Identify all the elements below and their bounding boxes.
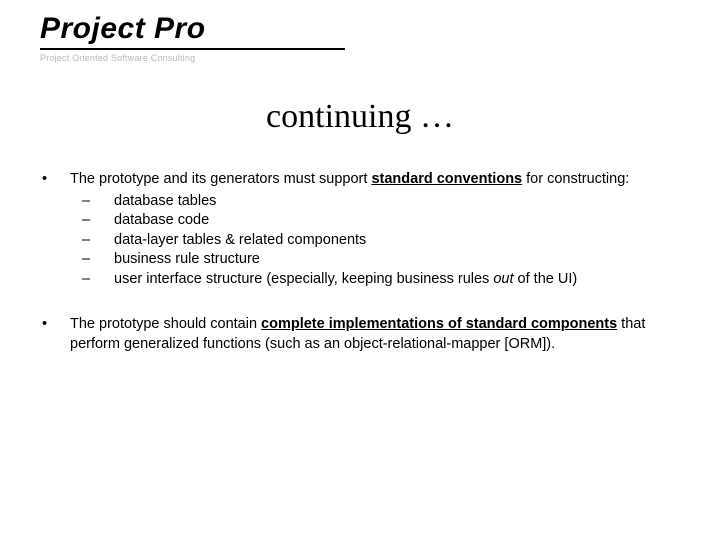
sub-item: – database tables — [70, 192, 680, 212]
bullet-1-lead: The prototype and its generators must su… — [70, 170, 680, 190]
text: for constructing: — [522, 171, 629, 187]
bullet-1: • The prototype and its generators must … — [40, 170, 680, 289]
logo-main: Project Pro — [40, 12, 345, 46]
sub-item: – data-layer tables & related components — [70, 231, 680, 251]
sub-text: user interface structure (especially, ke… — [114, 270, 680, 290]
emphasis-text: complete implementations of standard com… — [261, 316, 617, 332]
bullet-content: The prototype and its generators must su… — [70, 170, 680, 289]
sub-item: – user interface structure (especially, … — [70, 270, 680, 290]
sub-marker: – — [70, 192, 114, 212]
bullet-content: The prototype should contain complete im… — [70, 315, 680, 354]
logo-tagline: Project Oriented Software Consulting — [40, 53, 345, 63]
sub-marker: – — [70, 270, 114, 290]
text: of the UI) — [514, 271, 578, 287]
bullet-2-lead: The prototype should contain complete im… — [70, 315, 680, 354]
sub-text: database code — [114, 211, 680, 231]
sub-marker: – — [70, 211, 114, 231]
sub-text: database tables — [114, 192, 680, 212]
sub-item: – business rule structure — [70, 250, 680, 270]
logo-rule — [40, 48, 345, 50]
bullet-2: • The prototype should contain complete … — [40, 315, 680, 354]
text: The prototype and its generators must su… — [70, 171, 371, 187]
sub-marker: – — [70, 231, 114, 251]
sub-text: business rule structure — [114, 250, 680, 270]
sub-item: – database code — [70, 211, 680, 231]
slide: Project Pro Project Oriented Software Co… — [0, 0, 720, 540]
slide-body: • The prototype and its generators must … — [40, 170, 680, 381]
sublist: – database tables – database code – data… — [70, 192, 680, 290]
logo-block: Project Pro Project Oriented Software Co… — [40, 12, 345, 63]
italic-text: out — [493, 271, 513, 287]
emphasis-text: standard conventions — [371, 171, 522, 187]
text: user interface structure (especially, ke… — [114, 271, 493, 287]
bullet-marker: • — [40, 170, 70, 289]
bullet-marker: • — [40, 315, 70, 354]
text: The prototype should contain — [70, 316, 261, 332]
sub-text: data-layer tables & related components — [114, 231, 680, 251]
sub-marker: – — [70, 250, 114, 270]
slide-title: continuing … — [0, 98, 720, 136]
